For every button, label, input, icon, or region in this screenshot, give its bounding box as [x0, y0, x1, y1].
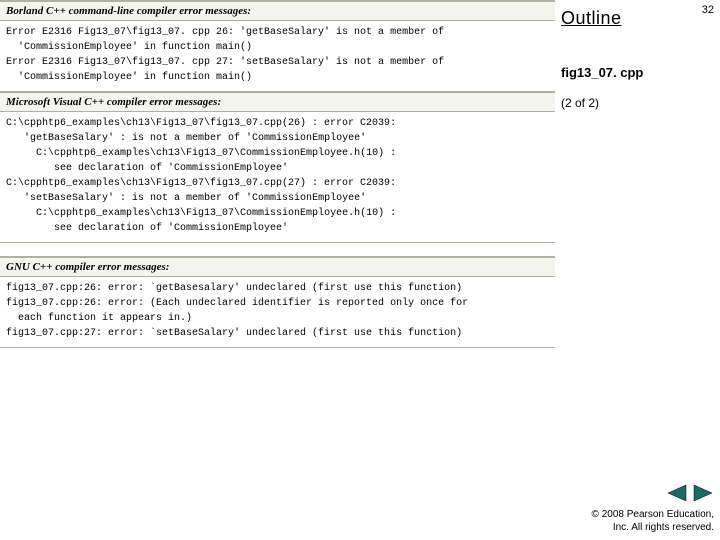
- slide-number: 32: [702, 4, 714, 16]
- compiler-output-borland: Error E2316 Fig13_07\fig13_07. cpp 26: '…: [0, 21, 555, 92]
- sidebar: 32 Outline fig13_07. cpp (2 of 2): [555, 0, 720, 540]
- outline-title: Outline: [561, 8, 714, 29]
- nav-prev-icon[interactable]: [666, 484, 688, 502]
- content-panel: Borland C++ command-line compiler error …: [0, 0, 555, 540]
- section-header-borland: Borland C++ command-line compiler error …: [0, 1, 555, 21]
- filename-label: fig13_07. cpp: [561, 65, 714, 80]
- section-header-gnu: GNU C++ compiler error messages:: [0, 257, 555, 277]
- copyright-line-2: Inc. All rights reserved.: [549, 521, 714, 534]
- section-header-msvc: Microsoft Visual C++ compiler error mess…: [0, 92, 555, 112]
- page-indicator: (2 of 2): [561, 96, 714, 110]
- spacer-row: [0, 243, 555, 257]
- footer: © 2008 Pearson Education, Inc. All right…: [549, 484, 714, 534]
- nav-next-icon[interactable]: [692, 484, 714, 502]
- copyright-line-1: © 2008 Pearson Education,: [549, 508, 714, 521]
- compiler-output-gnu: fig13_07.cpp:26: error: `getBasesalary' …: [0, 277, 555, 348]
- compiler-output-msvc: C:\cpphtp6_examples\ch13\Fig13_07\fig13_…: [0, 112, 555, 243]
